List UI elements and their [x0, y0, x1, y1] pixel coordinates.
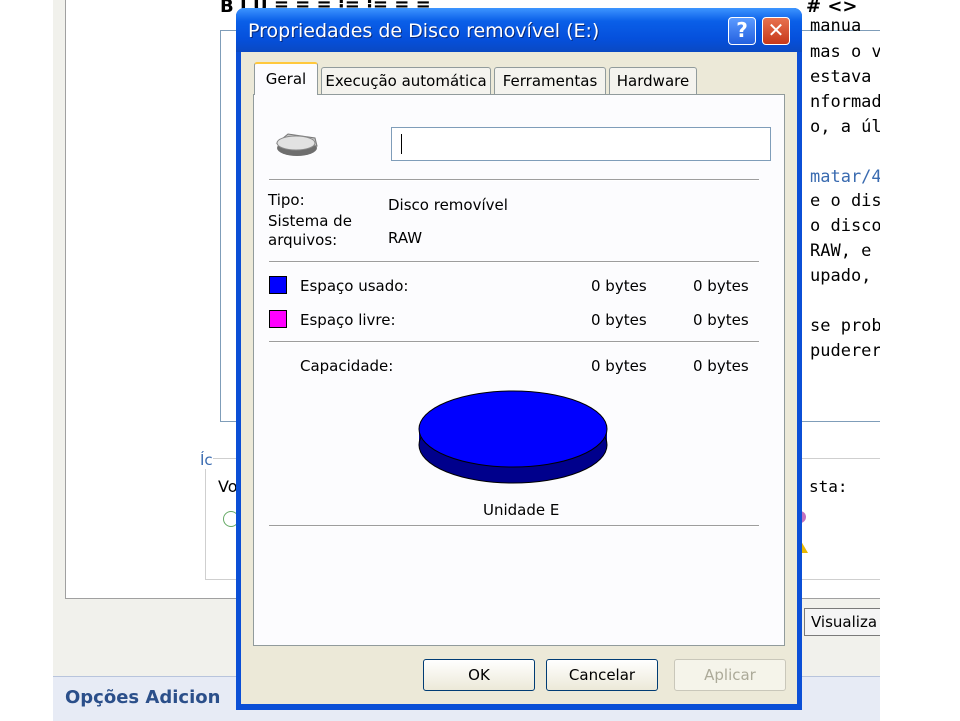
- tab-general[interactable]: Geral: [254, 62, 318, 95]
- preview-button[interactable]: Visualiza: [804, 608, 884, 636]
- free-space-bytes: 0 bytes: [591, 311, 647, 329]
- capacity-label: Capacidade:: [300, 357, 394, 375]
- divider: [269, 179, 759, 181]
- free-space-swatch: [269, 310, 287, 328]
- capacity-bytes: 0 bytes: [591, 357, 647, 375]
- divider: [269, 341, 759, 343]
- type-label: Tipo:: [268, 191, 305, 209]
- filesystem-label-line1: Sistema de: [268, 212, 352, 230]
- post-text-line: o disco: [810, 216, 882, 236]
- fieldset-text: Vo: [218, 477, 238, 496]
- filesystem-value: RAW: [388, 229, 423, 247]
- help-button[interactable]: ?: [728, 17, 756, 45]
- tab-hardware[interactable]: Hardware: [609, 67, 697, 94]
- fieldset-legend: Íc: [200, 451, 213, 469]
- general-tab-panel: Tipo: Disco removível Sistema de arquivo…: [253, 94, 785, 646]
- dialog-title: Propriedades de Disco removível (E:): [248, 20, 600, 42]
- filesystem-label-line2: arquivos:: [268, 231, 338, 249]
- drive-caption: Unidade E: [483, 501, 560, 519]
- used-space-bytes: 0 bytes: [591, 277, 647, 295]
- ok-button[interactable]: OK: [423, 659, 535, 691]
- post-text-line: puderer: [810, 341, 882, 361]
- text-caret: [401, 134, 402, 154]
- dialog-body: Geral Execução automática Ferramentas Ha…: [241, 52, 797, 704]
- dialog-titlebar[interactable]: Propriedades de Disco removível (E:) ? ✕: [236, 8, 802, 52]
- post-text-line: mas o v: [810, 42, 882, 62]
- free-space-label: Espaço livre:: [300, 311, 396, 329]
- editor-code-buttons[interactable]: # <>: [806, 0, 858, 17]
- used-space-swatch: [269, 276, 287, 294]
- page-margin: [880, 0, 960, 720]
- additional-options-label: Opções Adicion: [65, 687, 221, 708]
- capacity-pie-chart: [418, 390, 608, 484]
- fieldset-text-right: sta:: [809, 477, 848, 496]
- divider: [269, 261, 759, 263]
- drive-name-input[interactable]: [391, 127, 771, 161]
- properties-dialog: Propriedades de Disco removível (E:) ? ✕…: [236, 8, 802, 710]
- divider: [269, 525, 759, 527]
- used-space-size: 0 bytes: [693, 277, 749, 295]
- apply-button[interactable]: Aplicar: [674, 659, 786, 691]
- capacity-size: 0 bytes: [693, 357, 749, 375]
- post-text-line: nformad: [810, 92, 882, 112]
- removable-drive-icon: [275, 133, 318, 156]
- close-button[interactable]: ✕: [762, 17, 790, 45]
- tab-autoplay[interactable]: Execução automática: [321, 67, 491, 94]
- used-space-label: Espaço usado:: [300, 277, 409, 295]
- cancel-button[interactable]: Cancelar: [546, 659, 658, 691]
- post-text-line: manua: [810, 16, 862, 36]
- free-space-size: 0 bytes: [693, 311, 749, 329]
- tab-tools[interactable]: Ferramentas: [494, 67, 606, 94]
- type-value: Disco removível: [388, 196, 508, 214]
